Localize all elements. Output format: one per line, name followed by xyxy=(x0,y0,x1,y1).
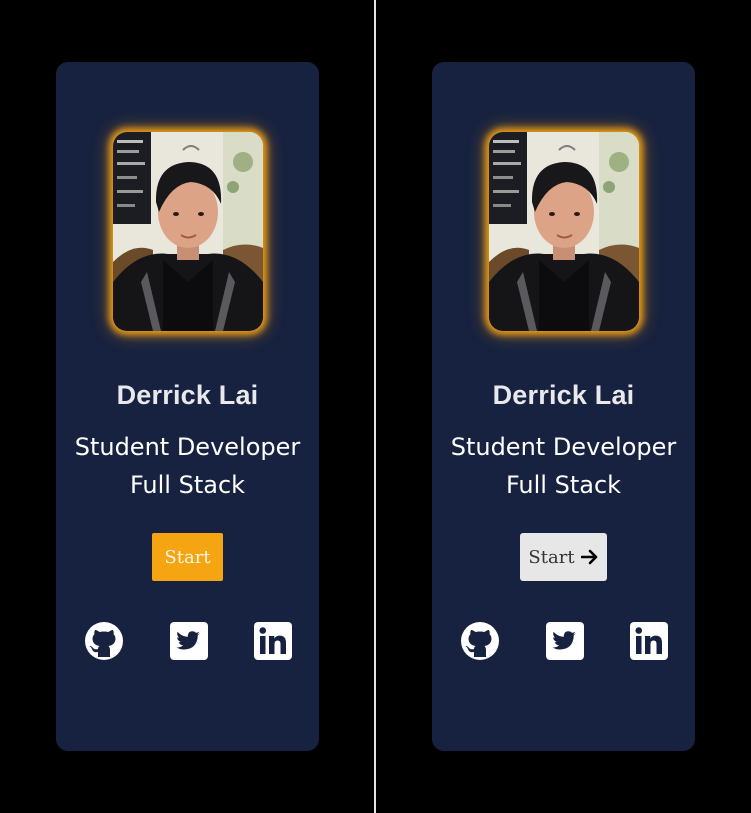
left-preview-panel: Derrick Lai Student Developer Full Stack… xyxy=(0,0,375,813)
linkedin-link[interactable] xyxy=(630,622,668,660)
twitter-link[interactable] xyxy=(546,622,584,660)
linkedin-icon xyxy=(254,622,292,660)
profile-card: Derrick Lai Student Developer Full Stack… xyxy=(56,62,319,751)
start-button-label: Start xyxy=(164,546,211,568)
profile-role-line-1: Student Developer xyxy=(450,433,677,461)
start-button[interactable]: Start xyxy=(152,533,223,581)
github-icon xyxy=(461,622,499,660)
linkedin-icon xyxy=(630,622,668,660)
profile-photo xyxy=(489,132,639,331)
profile-role-line-2: Full Stack xyxy=(129,471,246,499)
right-preview-panel: Derrick Lai Student Developer Full Stack… xyxy=(376,0,751,813)
github-link[interactable] xyxy=(460,621,500,661)
profile-photo xyxy=(113,132,263,331)
twitter-link[interactable] xyxy=(170,622,208,660)
profile-card: Derrick Lai Student Developer Full Stack… xyxy=(432,62,695,751)
linkedin-link[interactable] xyxy=(254,622,292,660)
github-icon xyxy=(85,622,123,660)
arrow-right-icon xyxy=(580,549,597,565)
profile-name: Derrick Lai xyxy=(116,380,259,410)
profile-name: Derrick Lai xyxy=(492,380,635,410)
profile-role-line-1: Student Developer xyxy=(74,433,301,461)
twitter-icon xyxy=(170,622,208,660)
profile-role-line-2: Full Stack xyxy=(505,471,622,499)
twitter-icon xyxy=(546,622,584,660)
start-button-label: Start xyxy=(528,546,575,568)
start-button-hovered[interactable]: Start xyxy=(520,533,607,581)
profile-photo-image xyxy=(489,132,639,331)
profile-photo-image xyxy=(113,132,263,331)
github-link[interactable] xyxy=(84,621,124,661)
